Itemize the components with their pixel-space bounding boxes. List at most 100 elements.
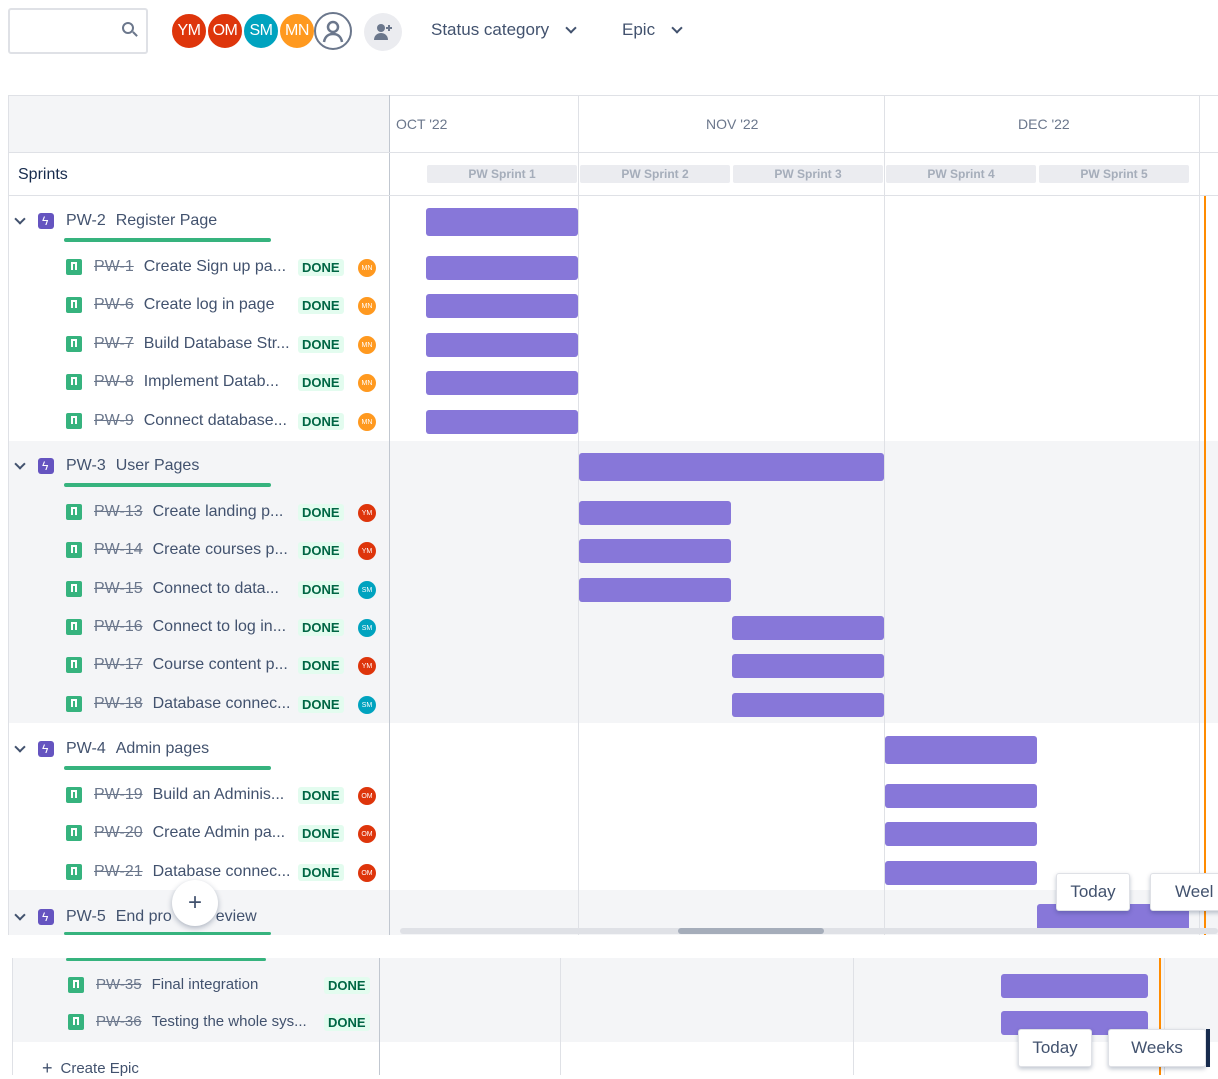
epic-row-pw-4[interactable]: PW-4 Admin pages: [14, 740, 209, 758]
avatar-mn[interactable]: MN: [278, 12, 316, 50]
sprint-2[interactable]: PW Sprint 2: [580, 165, 730, 183]
list-item[interactable]: PW-35 Final integration: [68, 976, 258, 993]
add-people-button[interactable]: [364, 13, 402, 51]
today-button[interactable]: Today: [1018, 1029, 1092, 1067]
list-item[interactable]: PW-13 Create landing p...: [66, 503, 283, 521]
issue-bar[interactable]: [1001, 974, 1148, 998]
assignee-avatar[interactable]: MN: [358, 374, 376, 392]
epic-bar-pw-2[interactable]: [426, 208, 578, 236]
today-button[interactable]: Today: [1056, 873, 1130, 911]
assignee-avatar[interactable]: SM: [358, 619, 376, 637]
status-category-filter[interactable]: Status category: [431, 20, 577, 40]
status-badge[interactable]: DONE: [298, 696, 344, 713]
status-badge[interactable]: DONE: [298, 657, 344, 674]
status-badge[interactable]: DONE: [298, 259, 344, 276]
list-item[interactable]: PW-17 Course content p...: [66, 656, 288, 674]
status-badge[interactable]: DONE: [324, 977, 370, 994]
status-badge[interactable]: DONE: [298, 413, 344, 430]
list-item[interactable]: PW-1 Create Sign up pa...: [66, 258, 286, 276]
assignee-avatar[interactable]: YM: [358, 504, 376, 522]
epic-progress-bar: [64, 766, 271, 770]
assignee-avatar[interactable]: YM: [358, 657, 376, 675]
assignee-avatar[interactable]: MN: [358, 259, 376, 277]
status-badge[interactable]: DONE: [298, 542, 344, 559]
issue-bar[interactable]: [426, 371, 578, 395]
list-item[interactable]: PW-16 Connect to log in...: [66, 618, 286, 636]
issue-key: PW-18: [94, 695, 143, 712]
chevron-down-icon[interactable]: [14, 213, 26, 225]
chevron-down-icon[interactable]: [14, 741, 26, 753]
epic-bar-pw-4[interactable]: [885, 736, 1037, 764]
list-item[interactable]: PW-6 Create log in page: [66, 296, 274, 314]
search-input[interactable]: [8, 8, 148, 54]
assignee-avatar[interactable]: SM: [358, 696, 376, 714]
sprint-1[interactable]: PW Sprint 1: [427, 165, 577, 183]
assignee-avatar[interactable]: YM: [358, 542, 376, 560]
status-badge[interactable]: DONE: [298, 504, 344, 521]
epic-row-pw-2[interactable]: PW-2 Register Page: [14, 212, 217, 230]
issue-bar[interactable]: [426, 294, 578, 318]
epic-icon: [38, 458, 54, 474]
list-item[interactable]: PW-15 Connect to data...: [66, 580, 279, 598]
issue-bar[interactable]: [579, 501, 731, 525]
sprint-5[interactable]: PW Sprint 5: [1039, 165, 1189, 183]
status-badge[interactable]: DONE: [298, 336, 344, 353]
status-badge[interactable]: DONE: [298, 297, 344, 314]
weeks-button[interactable]: Weel: [1150, 873, 1218, 911]
issue-bar[interactable]: [732, 693, 884, 717]
sprint-4[interactable]: PW Sprint 4: [886, 165, 1036, 183]
issue-bar[interactable]: [732, 616, 884, 640]
list-item[interactable]: PW-36 Testing the whole sys...: [68, 1013, 307, 1030]
unassigned-avatar-icon[interactable]: [314, 12, 352, 50]
issue-bar[interactable]: [885, 784, 1037, 808]
status-badge[interactable]: DONE: [298, 825, 344, 842]
avatar-sm[interactable]: SM: [242, 12, 280, 50]
avatar-om[interactable]: OM: [206, 12, 244, 50]
issue-bar[interactable]: [426, 333, 578, 357]
chevron-down-icon[interactable]: [14, 909, 26, 921]
assignee-avatar[interactable]: OM: [358, 825, 376, 843]
issue-bar[interactable]: [885, 861, 1037, 885]
add-item-button[interactable]: +: [172, 880, 218, 926]
list-item[interactable]: PW-9 Connect database...: [66, 412, 287, 430]
list-item[interactable]: PW-20 Create Admin pa...: [66, 824, 285, 842]
issue-bar[interactable]: [426, 256, 578, 280]
assignee-avatar[interactable]: MN: [358, 297, 376, 315]
epic-title: End pro: [115, 908, 172, 925]
list-item[interactable]: PW-21 Database connec...: [66, 863, 290, 881]
epic-filter[interactable]: Epic: [622, 20, 683, 40]
status-badge[interactable]: DONE: [324, 1014, 370, 1031]
list-item[interactable]: PW-7 Build Database Str...: [66, 335, 290, 353]
create-epic-button[interactable]: + Create Epic: [42, 1058, 139, 1079]
status-badge[interactable]: DONE: [298, 864, 344, 881]
assignee-avatar[interactable]: MN: [358, 336, 376, 354]
issue-bar[interactable]: [579, 578, 731, 602]
issue-bar[interactable]: [426, 410, 578, 434]
epic-progress-bar: [64, 483, 271, 487]
epic-row-pw-3[interactable]: PW-3 User Pages: [14, 457, 199, 475]
assignee-avatar[interactable]: OM: [358, 787, 376, 805]
epic-bar-pw-3[interactable]: [579, 453, 884, 481]
status-badge[interactable]: DONE: [298, 374, 344, 391]
issue-bar[interactable]: [579, 539, 731, 563]
list-item[interactable]: PW-19 Build an Adminis...: [66, 786, 284, 804]
assignee-avatar[interactable]: OM: [358, 864, 376, 882]
sprint-3[interactable]: PW Sprint 3: [733, 165, 883, 183]
status-badge[interactable]: DONE: [298, 787, 344, 804]
chevron-down-icon[interactable]: [14, 458, 26, 470]
avatar-ym[interactable]: YM: [170, 12, 208, 50]
scrollbar-thumb[interactable]: [678, 928, 824, 934]
assignee-avatar[interactable]: MN: [358, 413, 376, 431]
issue-bar[interactable]: [732, 654, 884, 678]
issue-bar[interactable]: [885, 822, 1037, 846]
assignee-avatar[interactable]: SM: [358, 581, 376, 599]
header-left-cell: [8, 96, 389, 152]
list-item[interactable]: PW-14 Create courses p...: [66, 541, 288, 559]
status-badge[interactable]: DONE: [298, 581, 344, 598]
status-badge[interactable]: DONE: [298, 619, 344, 636]
list-item[interactable]: PW-8 Implement Datab...: [66, 373, 279, 391]
list-item[interactable]: PW-18 Database connec...: [66, 695, 290, 713]
epic-row-pw-5[interactable]: PW-5 End pro eview: [14, 908, 257, 926]
issue-key: PW-14: [94, 541, 143, 558]
weeks-button[interactable]: Weeks: [1108, 1029, 1206, 1067]
